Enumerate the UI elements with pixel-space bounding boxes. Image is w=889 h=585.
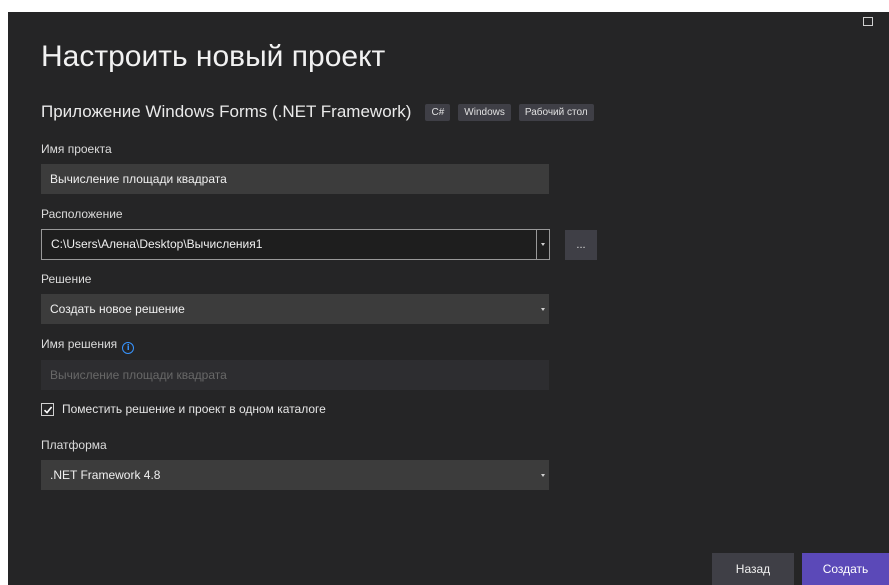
location-label: Расположение — [41, 207, 123, 221]
same-directory-option[interactable]: Поместить решение и проект в одном катал… — [41, 402, 326, 416]
template-header: Приложение Windows Forms (.NET Framework… — [41, 102, 602, 122]
platform-select[interactable]: .NET Framework 4.8 — [41, 460, 549, 490]
same-directory-label: Поместить решение и проект в одном катал… — [62, 402, 326, 416]
restore-window-icon[interactable] — [863, 17, 873, 26]
page-title: Настроить новый проект — [41, 40, 386, 73]
solution-label: Решение — [41, 272, 92, 286]
info-icon[interactable]: i — [122, 342, 135, 354]
solution-name-input[interactable]: Вычисление площади квадрата — [41, 360, 549, 390]
template-name: Приложение Windows Forms (.NET Framework… — [41, 102, 412, 121]
tag-platform: Windows — [458, 103, 511, 121]
platform-label: Платформа — [41, 438, 107, 452]
solution-select[interactable]: Создать новое решение — [41, 294, 549, 324]
chevron-down-icon — [541, 308, 545, 311]
chevron-down-icon — [541, 243, 545, 246]
project-name-input[interactable]: Вычисление площади квадрата — [41, 164, 549, 194]
location-dropdown-button[interactable] — [536, 230, 549, 259]
create-button[interactable]: Создать — [802, 553, 889, 585]
solution-name-label: Имя решения i — [41, 337, 135, 354]
browse-button[interactable]: ... — [565, 230, 597, 260]
solution-name-label-text: Имя решения — [41, 337, 118, 351]
tag-project-type: Рабочий стол — [518, 103, 594, 121]
tag-language: C# — [425, 103, 451, 121]
location-combobox[interactable]: C:\Users\Алена\Desktop\Вычисления1 — [41, 229, 550, 260]
project-name-label: Имя проекта — [41, 142, 112, 156]
chevron-down-icon — [541, 474, 545, 477]
checkmark-icon — [43, 405, 53, 414]
same-directory-checkbox[interactable] — [41, 402, 54, 416]
solution-value: Создать новое решение — [50, 302, 185, 316]
configure-project-dialog: Настроить новый проект Приложение Window… — [8, 12, 889, 585]
location-value: C:\Users\Алена\Desktop\Вычисления1 — [51, 237, 263, 251]
platform-value: .NET Framework 4.8 — [50, 468, 161, 482]
back-button[interactable]: Назад — [712, 553, 794, 585]
